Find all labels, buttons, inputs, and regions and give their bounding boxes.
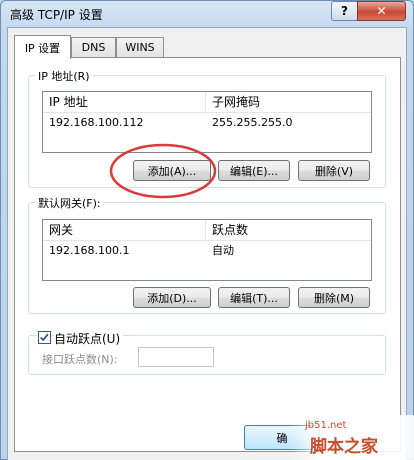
watermark-url: jb51.net xyxy=(305,420,347,431)
auto-metric-label: 自动跃点(U) xyxy=(54,330,124,347)
tab-dns[interactable]: DNS xyxy=(71,37,116,57)
window-title: 高级 TCP/IP 设置 xyxy=(10,8,103,22)
watermark-text: 脚本之家 xyxy=(310,437,378,457)
help-button[interactable]: ? xyxy=(331,1,358,21)
gateway-list-header: 网关 跃点数 xyxy=(43,220,371,241)
gateway-group-label: 默认网关(F): xyxy=(35,195,104,211)
gateway-list[interactable]: 网关 跃点数 192.168.100.1 自动 xyxy=(42,219,372,281)
interface-metric-input[interactable] xyxy=(138,347,214,367)
mask-cell: 255.255.255.0 xyxy=(212,116,293,129)
metric-cell: 自动 xyxy=(212,244,234,257)
column-header-gateway[interactable]: 网关 xyxy=(43,220,206,240)
close-button[interactable]: ✕ xyxy=(357,1,406,21)
gateway-cell: 192.168.100.1 xyxy=(49,244,130,257)
column-header-ip[interactable]: IP 地址 xyxy=(43,92,206,112)
tab-wins[interactable]: WINS xyxy=(116,37,164,57)
edit-gateway-button[interactable]: 编辑(T)... xyxy=(218,287,290,308)
column-header-mask[interactable]: 子网掩码 xyxy=(206,92,371,112)
delete-ip-button[interactable]: 删除(V) xyxy=(298,160,370,181)
ip-address-group-label: IP 地址(R) xyxy=(35,68,93,84)
ip-cell: 192.168.100.112 xyxy=(49,116,144,129)
interface-metric-label: 接口跃点数(N): xyxy=(42,353,118,366)
highlight-ellipse xyxy=(109,143,217,199)
table-row[interactable]: 192.168.100.1 自动 xyxy=(43,241,371,261)
close-icon: ✕ xyxy=(376,4,387,18)
add-gateway-button[interactable]: 添加(D)... xyxy=(133,287,211,308)
ip-list-header: IP 地址 子网掩码 xyxy=(43,92,371,113)
tab-ip-settings[interactable]: IP 设置 xyxy=(14,35,71,59)
edit-ip-button[interactable]: 编辑(E)... xyxy=(218,160,290,181)
delete-gateway-button[interactable]: 删除(M) xyxy=(298,287,370,308)
checkmark-icon xyxy=(40,333,49,342)
column-header-metric[interactable]: 跃点数 xyxy=(206,220,371,240)
table-row[interactable]: 192.168.100.112 255.255.255.0 xyxy=(43,113,371,133)
auto-metric-checkbox[interactable] xyxy=(38,331,51,344)
